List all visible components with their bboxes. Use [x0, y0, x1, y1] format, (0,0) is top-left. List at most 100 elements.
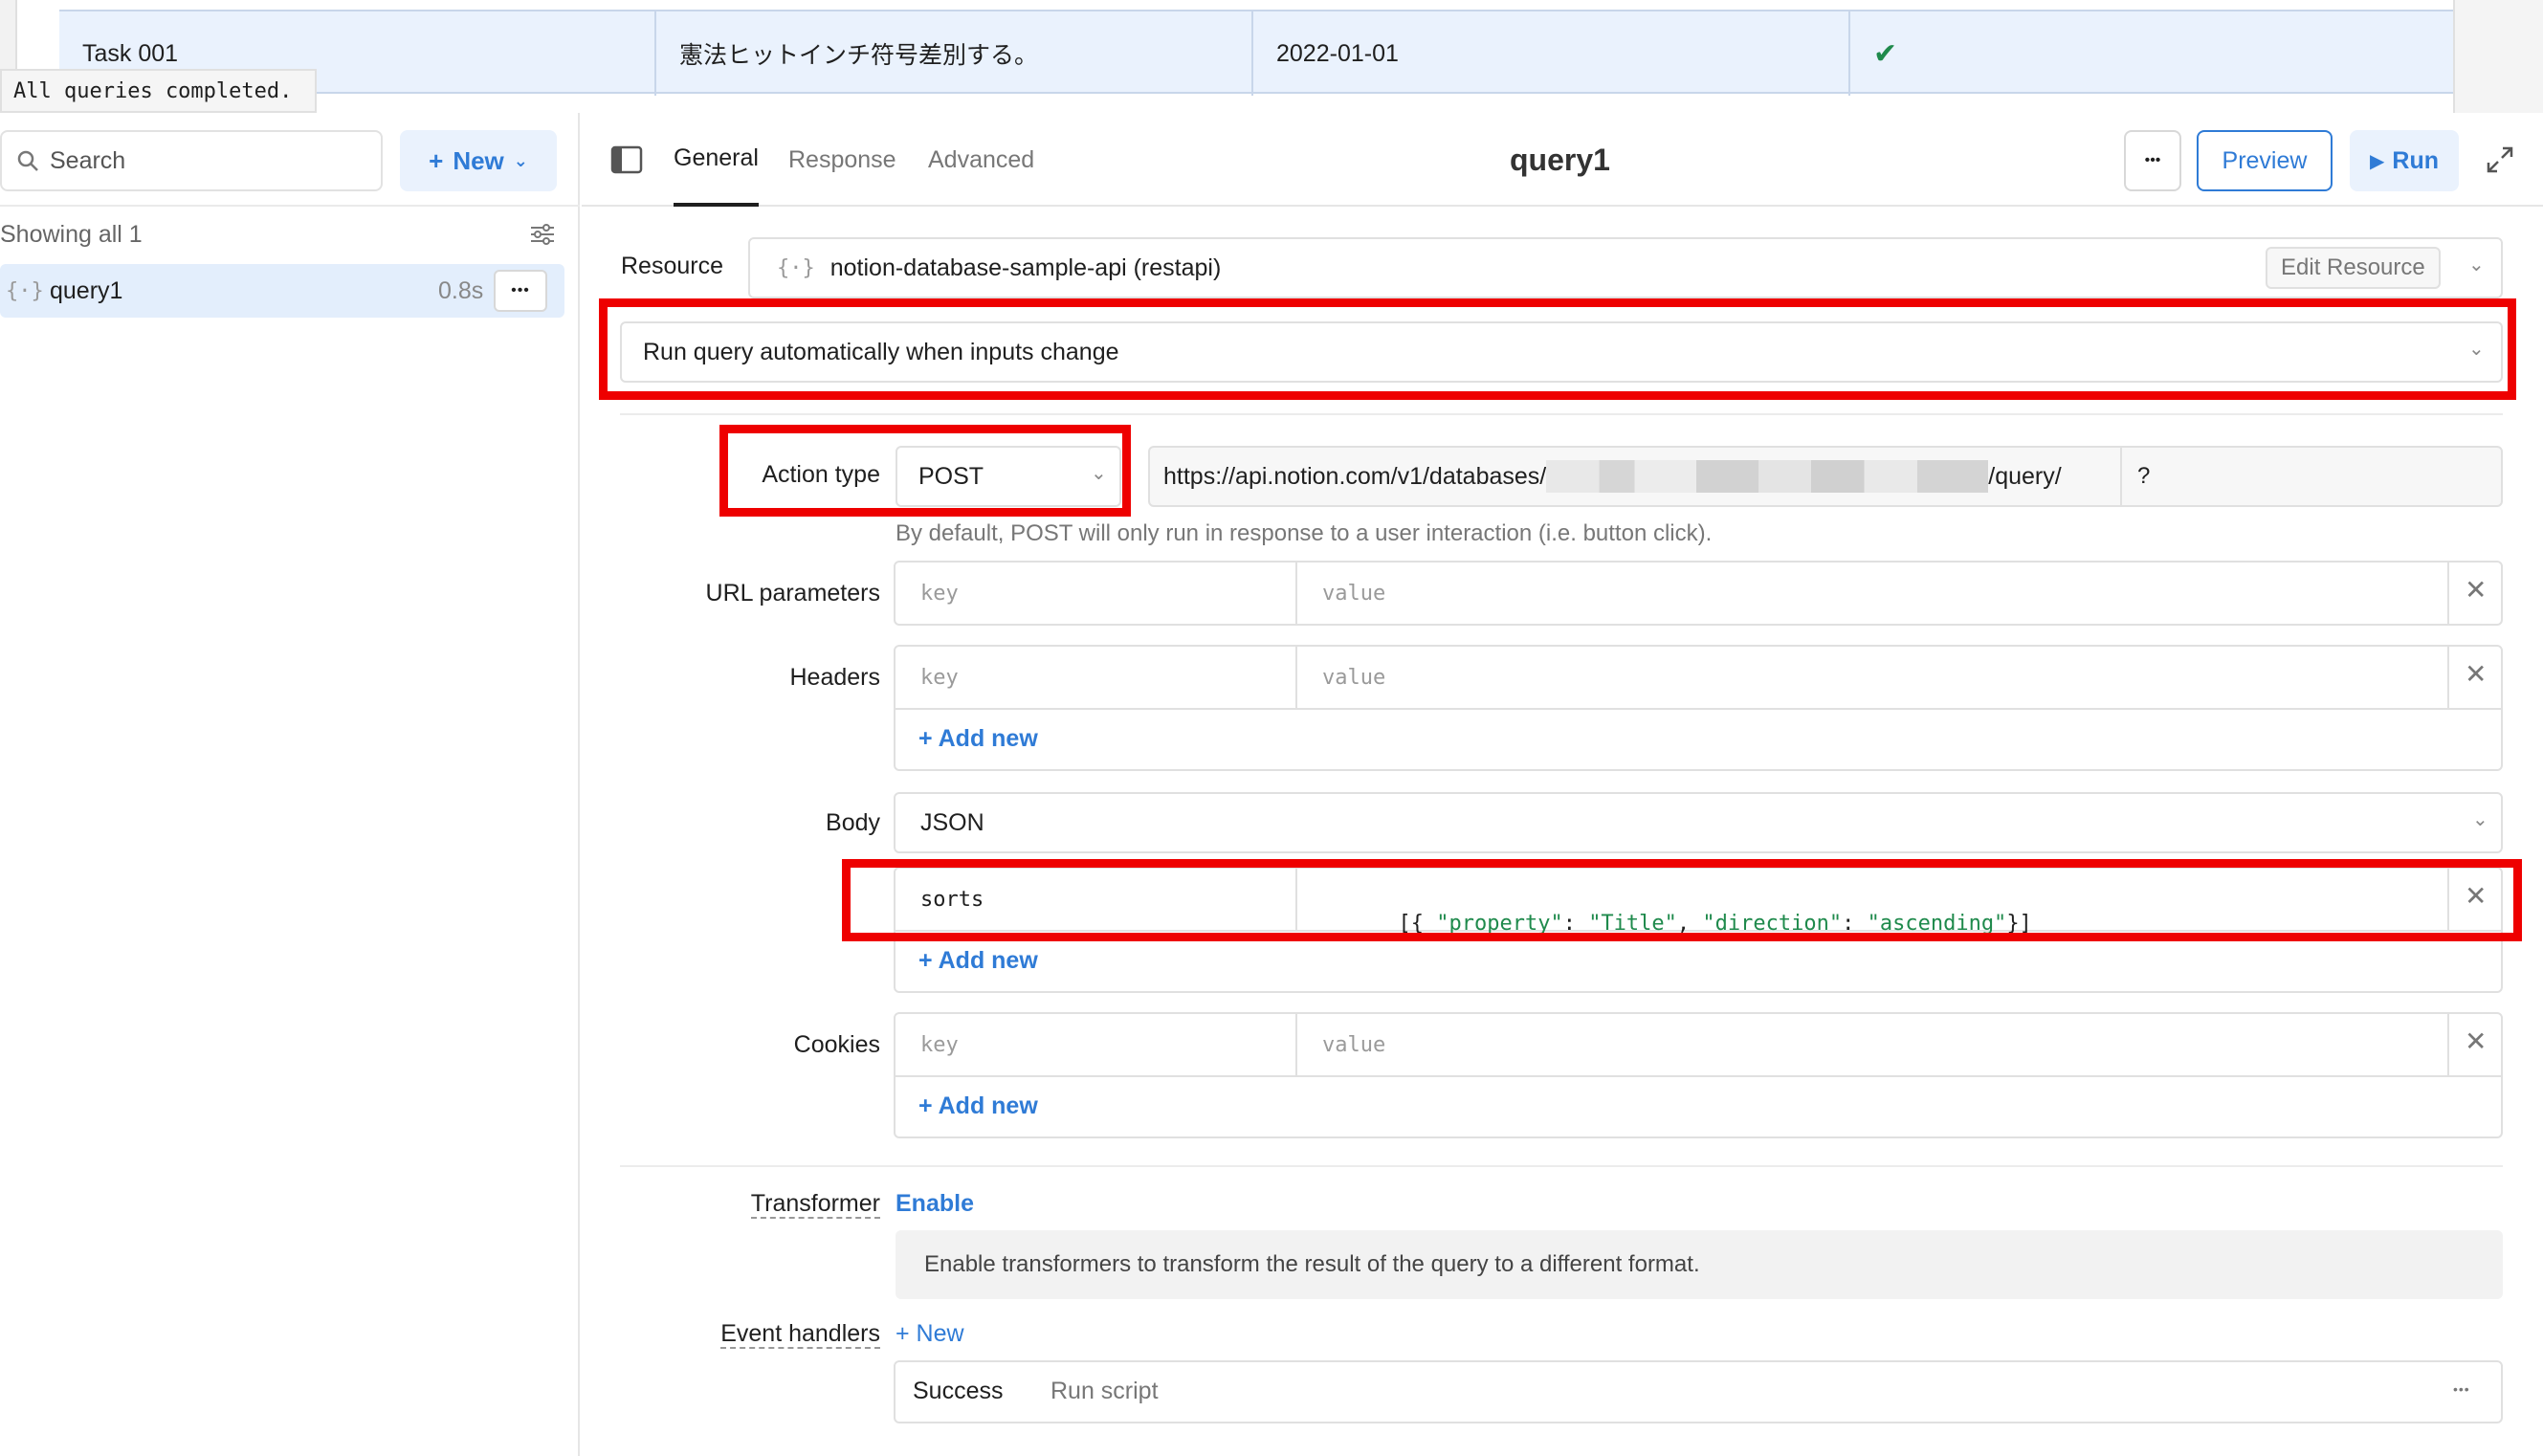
resource-icon: {·} — [777, 255, 815, 280]
body-param-row: sorts [{ "property": "Title", "direction… — [896, 869, 2501, 936]
run-label: Run — [2392, 146, 2439, 174]
search-input[interactable]: Search — [0, 130, 383, 191]
json-string: "Title" — [1588, 912, 1677, 936]
cell-done-check[interactable]: ✔ — [1850, 11, 2453, 96]
method-select[interactable]: POST ⌄ — [896, 446, 1121, 507]
header-key-input[interactable]: key — [920, 666, 959, 690]
close-icon[interactable]: ✕ — [2465, 574, 2487, 606]
tab-advanced[interactable]: Advanced — [928, 113, 1034, 207]
edit-resource-button[interactable]: Edit Resource — [2266, 247, 2441, 289]
url-redacted — [1546, 460, 1989, 493]
body-type-select[interactable]: JSON ⌄ — [894, 792, 2503, 853]
sidebar-toggle-icon[interactable] — [610, 145, 643, 179]
cookies-label: Cookies — [793, 1031, 880, 1058]
body-label: Body — [826, 809, 880, 836]
close-icon[interactable]: ✕ — [2465, 880, 2487, 912]
remove-divider — [2447, 647, 2449, 708]
table-row[interactable]: Task 001 憲法ヒットインチ符号差別する。 2022-01-01 ✔ — [59, 10, 2453, 96]
url-query-separator — [2120, 448, 2122, 505]
remove-divider — [2447, 563, 2449, 624]
key-value-divider — [1295, 647, 1297, 708]
add-header-button[interactable]: + Add new — [918, 725, 1038, 753]
resource-icon: {·} — [6, 278, 44, 303]
method-value: POST — [918, 462, 984, 490]
json-string: "ascending" — [1867, 912, 2007, 936]
close-icon[interactable]: ✕ — [2465, 658, 2487, 690]
chevron-down-icon: ⌄ — [2472, 809, 2488, 830]
url-prefix: https://api.notion.com/v1/databases/ — [1163, 462, 1547, 490]
cookie-value-input[interactable]: value — [1322, 1033, 1385, 1057]
url-suffix: /query/ — [1988, 462, 2062, 490]
remove-divider — [2447, 1014, 2449, 1075]
key-value-divider — [1295, 869, 1297, 930]
add-body-param-button[interactable]: + Add new — [918, 947, 1038, 975]
chevron-down-icon: ⌄ — [2468, 339, 2485, 360]
new-button-label: New — [453, 145, 504, 175]
search-icon — [17, 150, 38, 171]
json-colon: : — [1562, 912, 1589, 936]
new-event-handler-link[interactable]: + New — [896, 1320, 964, 1348]
json-colon: : — [1842, 912, 1868, 936]
query-title[interactable]: query1 — [1510, 113, 1610, 207]
event-name: Success — [913, 1378, 1004, 1404]
url-input[interactable]: https://api.notion.com/v1/databases/ /qu… — [1148, 446, 2503, 507]
run-trigger-select[interactable]: Run query automatically when inputs chan… — [620, 321, 2503, 383]
body-type-value: JSON — [920, 808, 984, 836]
remove-divider — [2447, 869, 2449, 930]
enable-transformer-link[interactable]: Enable — [896, 1190, 974, 1218]
query-list-panel: Search + New ⌄ Showing all 1 {·} query1 … — [0, 113, 580, 1456]
event-handler-row[interactable]: Success Run script ••• — [894, 1360, 2503, 1423]
filter-icon[interactable] — [528, 220, 557, 255]
status-toast: All queries completed. — [0, 69, 318, 113]
resource-select[interactable]: {·} notion-database-sample-api (restapi)… — [748, 237, 2503, 298]
more-options-button[interactable]: ••• — [2124, 130, 2181, 191]
body-key-input[interactable]: sorts — [920, 888, 984, 912]
url-query-mark: ? — [2137, 463, 2151, 489]
cell-description[interactable]: 憲法ヒットインチ符号差別する。 — [656, 11, 1253, 96]
expand-icon[interactable] — [2486, 145, 2514, 179]
showing-label: Showing all 1 — [0, 220, 143, 248]
chevron-down-icon: ⌄ — [1091, 463, 1107, 484]
cookie-key-input[interactable]: key — [920, 1033, 959, 1057]
json-bracket: [{ — [1398, 912, 1437, 936]
preview-button[interactable]: Preview — [2197, 130, 2333, 191]
chevron-down-icon: ⌄ — [2468, 254, 2485, 276]
json-key: "direction" — [1702, 912, 1843, 936]
new-query-button[interactable]: + New ⌄ — [400, 130, 557, 191]
tab-response[interactable]: Response — [788, 113, 896, 207]
transformer-label-wrap: Transformer — [670, 1190, 880, 1219]
query-time: 0.8s — [438, 276, 484, 304]
resource-value: notion-database-sample-api (restapi) — [829, 254, 1222, 281]
run-trigger-value: Run query automatically when inputs chan… — [643, 338, 1119, 365]
event-handlers-label: Event handlers — [720, 1320, 880, 1349]
headers-label: Headers — [789, 664, 881, 691]
url-param-key-input[interactable]: key — [920, 582, 959, 606]
divider — [620, 1165, 2503, 1167]
key-value-divider — [1295, 563, 1297, 624]
run-button[interactable]: ▶ Run — [2350, 130, 2459, 191]
close-icon[interactable]: ✕ — [2465, 1026, 2487, 1057]
headers-group: key value ✕ + Add new — [894, 645, 2503, 771]
url-param-value-input[interactable]: value — [1322, 582, 1385, 606]
query-list-item[interactable]: {·} query1 0.8s ••• — [0, 264, 564, 318]
chevron-down-icon: ⌄ — [513, 150, 528, 170]
query-more-button[interactable]: ••• — [494, 270, 547, 312]
url-parameters-row: key value ✕ — [894, 561, 2503, 626]
method-hint: By default, POST will only run in respon… — [896, 520, 1713, 546]
data-table: Task 001 憲法ヒットインチ符号差別する。 2022-01-01 ✔ — [0, 0, 2543, 113]
event-more-button[interactable]: ••• — [2453, 1381, 2470, 1397]
table-scrollbar[interactable] — [2453, 0, 2543, 113]
tab-general[interactable]: General — [674, 113, 759, 207]
key-value-divider — [1295, 1014, 1297, 1075]
header-value-input[interactable]: value — [1322, 666, 1385, 690]
plus-icon: + — [429, 145, 444, 175]
cookies-row: key value ✕ — [896, 1014, 2501, 1077]
json-bracket: }] — [2006, 912, 2032, 936]
add-cookie-button[interactable]: + Add new — [918, 1092, 1038, 1120]
json-key: "property" — [1436, 912, 1563, 936]
cell-date[interactable]: 2022-01-01 — [1253, 11, 1850, 96]
body-value-input[interactable]: [{ "property": "Title", "direction": "as… — [1322, 888, 2032, 960]
headers-row: key value ✕ — [896, 647, 2501, 710]
json-comma: , — [1676, 912, 1703, 936]
body-params-group: sorts [{ "property": "Title", "direction… — [894, 867, 2503, 993]
